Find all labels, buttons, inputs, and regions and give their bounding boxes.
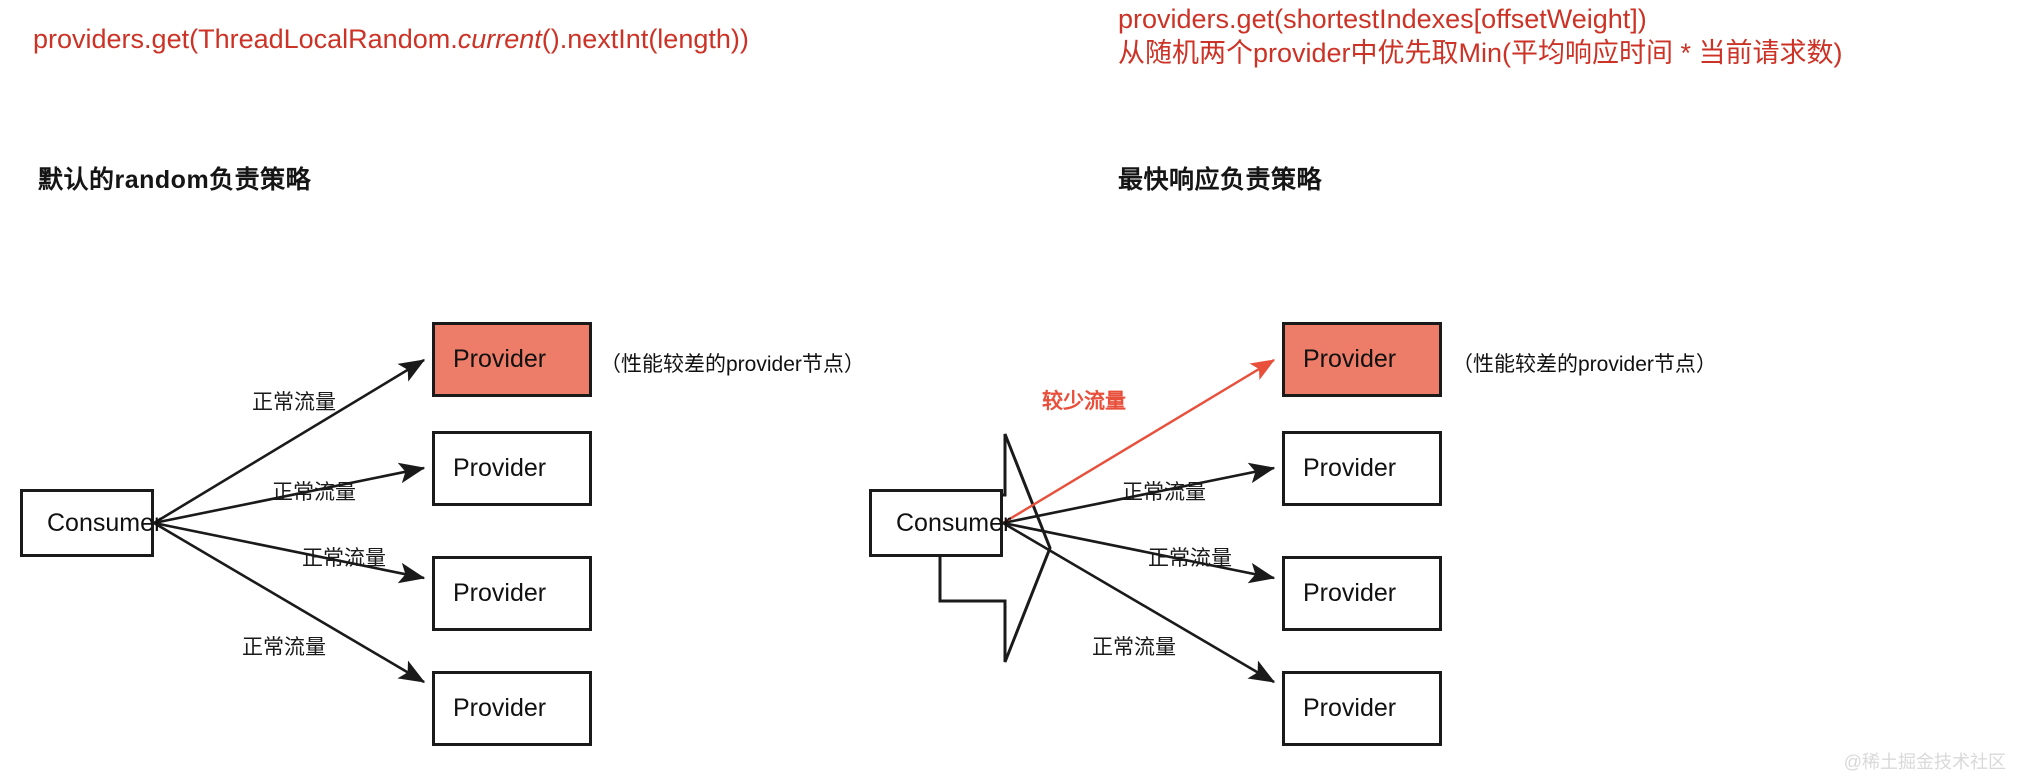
right-code-caption: providers.get(shortestIndexes[offsetWeig…: [1118, 2, 1843, 70]
left-edge-label-3: 正常流量: [302, 547, 386, 570]
left-provider-node-1[interactable]: Provider: [432, 322, 592, 397]
left-code-part1: providers.get(ThreadLocalRandom.: [33, 24, 458, 54]
watermark: @稀土掘金技术社区: [1843, 752, 2006, 772]
right-edge-label-3: 正常流量: [1148, 547, 1232, 570]
left-provider-node-4[interactable]: Provider: [432, 671, 592, 746]
right-edge-label-1: 较少流量: [1042, 390, 1126, 413]
left-edge-label-2: 正常流量: [272, 481, 356, 504]
left-consumer-node[interactable]: Consumer: [20, 489, 162, 557]
right-edge-3: [1002, 521, 1276, 584]
right-provider-node-1[interactable]: Provider: [1282, 322, 1442, 397]
right-consumer-node[interactable]: Consumer: [869, 489, 1011, 557]
left-code-part2: ().nextInt(length)): [541, 24, 749, 54]
right-edge-label-4: 正常流量: [1092, 636, 1176, 659]
right-provider-node-2[interactable]: Provider: [1282, 431, 1442, 506]
left-code-caption: providers.get(ThreadLocalRandom.current(…: [33, 22, 749, 56]
left-edge-label-4: 正常流量: [242, 636, 326, 659]
diagram-canvas: providers.get(ThreadLocalRandom.current(…: [0, 0, 2020, 784]
right-edge-label-2: 正常流量: [1122, 481, 1206, 504]
right-code-line1: providers.get(shortestIndexes[offsetWeig…: [1118, 4, 1647, 34]
left-provider-node-2[interactable]: Provider: [432, 431, 592, 506]
left-provider-note: （性能较差的provider节点）: [600, 353, 865, 376]
right-provider-note: （性能较差的provider节点）: [1452, 353, 1717, 376]
right-code-line2: 从随机两个provider中优先取Min(平均响应时间 * 当前请求数): [1118, 38, 1843, 68]
left-provider-node-3[interactable]: Provider: [432, 556, 592, 631]
left-edge-label-1: 正常流量: [252, 391, 336, 414]
right-provider-node-4[interactable]: Provider: [1282, 671, 1442, 746]
right-section-heading: 最快响应负责策略: [1118, 166, 1323, 194]
right-provider-node-3[interactable]: Provider: [1282, 556, 1442, 631]
left-code-italic: current: [457, 24, 542, 54]
left-section-heading: 默认的random负责策略: [38, 166, 312, 194]
